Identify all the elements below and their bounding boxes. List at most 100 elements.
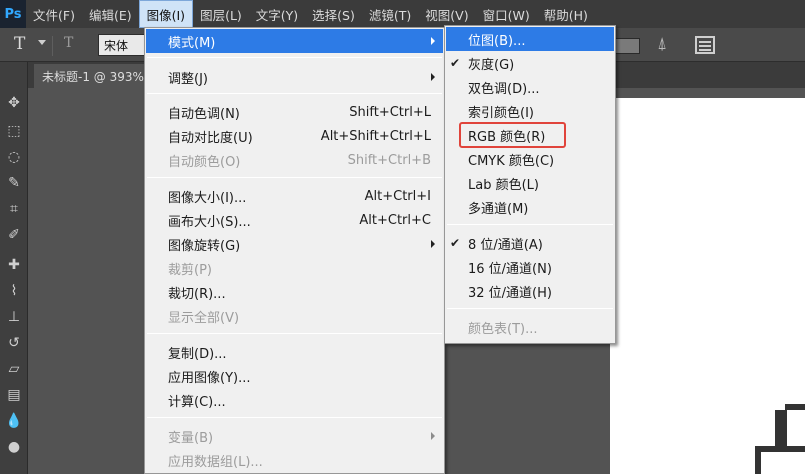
mode-color-table: 颜色表(T)...: [446, 315, 614, 339]
menu-type[interactable]: 文字(Y): [249, 0, 305, 28]
eraser-tool-icon[interactable]: ▱: [2, 358, 26, 380]
menu-select[interactable]: 选择(S): [305, 0, 362, 28]
mode-indexed-color[interactable]: 索引颜色(I): [446, 99, 614, 123]
menu-item-label: 索引颜色(I): [468, 105, 534, 121]
menu-item-canvas-size[interactable]: 画布大小(S)... Alt+Ctrl+C: [146, 208, 443, 232]
menu-help[interactable]: 帮助(H): [537, 0, 595, 28]
menu-separator: [147, 417, 442, 418]
menu-item-label: 计算(C)...: [168, 394, 226, 410]
menu-edit[interactable]: 编辑(E): [82, 0, 139, 28]
mode-duotone[interactable]: 双色调(D)...: [446, 75, 614, 99]
text-color-swatch[interactable]: [614, 38, 640, 54]
submenu-arrow-icon: [431, 37, 435, 45]
canvas-text-stroke: [785, 404, 805, 410]
menu-item-adjustments[interactable]: 调整(J): [146, 65, 443, 89]
menu-item-reveal-all: 显示全部(V): [146, 304, 443, 328]
menu-item-label: 变量(B): [168, 430, 214, 446]
menu-item-calculations[interactable]: 计算(C)...: [146, 388, 443, 412]
menu-item-shortcut: Alt+Ctrl+C: [359, 212, 431, 228]
menu-item-duplicate[interactable]: 复制(D)...: [146, 340, 443, 364]
menu-item-label: RGB 颜色(R): [468, 129, 546, 145]
move-tool-icon[interactable]: ✥: [2, 92, 26, 114]
canvas-text-stroke: [755, 446, 805, 474]
mode-bitmap[interactable]: 位图(B)...: [446, 27, 614, 51]
brush-tool-icon[interactable]: ⌇: [2, 280, 26, 302]
menu-item-label: 画布大小(S)...: [168, 214, 251, 230]
menu-item-label: 位图(B)...: [468, 33, 526, 49]
menu-item-apply-image[interactable]: 应用图像(Y)...: [146, 364, 443, 388]
menu-separator: [447, 308, 613, 309]
menu-item-mode[interactable]: 模式(M): [146, 29, 443, 53]
history-brush-tool-icon[interactable]: ↺: [2, 332, 26, 354]
menu-item-label: 裁剪(P): [168, 262, 212, 278]
document-tab[interactable]: 未标题-1 @ 393%: [34, 64, 154, 88]
menu-layer[interactable]: 图层(L): [193, 0, 249, 28]
tool-preset-caret-icon[interactable]: [38, 40, 46, 45]
menu-item-auto-tone[interactable]: 自动色调(N) Shift+Ctrl+L: [146, 100, 443, 124]
menu-separator: [147, 57, 442, 58]
gradient-tool-icon[interactable]: ▤: [2, 384, 26, 406]
menu-item-variables: 变量(B): [146, 424, 443, 448]
checkmark-icon: ✔: [450, 236, 461, 250]
menu-view[interactable]: 视图(V): [418, 0, 475, 28]
menu-item-label: 自动色调(N): [168, 106, 240, 122]
menu-item-label: 多通道(M): [468, 201, 529, 217]
mode-cmyk-color[interactable]: CMYK 颜色(C): [446, 147, 614, 171]
menu-image[interactable]: 图像(I): [138, 0, 194, 28]
menu-item-label: 图像大小(I)...: [168, 190, 247, 206]
menu-item-label: 显示全部(V): [168, 310, 240, 326]
healing-brush-tool-icon[interactable]: ✚: [2, 254, 26, 276]
menu-item-label: 裁切(R)...: [168, 286, 226, 302]
mode-lab-color[interactable]: Lab 颜色(L): [446, 171, 614, 195]
mode-multichannel[interactable]: 多通道(M): [446, 195, 614, 219]
submenu-arrow-icon: [431, 73, 435, 81]
menu-bar: Ps 文件(F) 编辑(E) 图像(I) 图层(L) 文字(Y) 选择(S) 滤…: [0, 0, 805, 28]
menu-item-image-rotation[interactable]: 图像旋转(G): [146, 232, 443, 256]
menu-separator: [147, 177, 442, 178]
canvas-text-stroke: [775, 410, 787, 450]
menu-item-auto-color: 自动颜色(O) Shift+Ctrl+B: [146, 148, 443, 172]
menu-item-image-size[interactable]: 图像大小(I)... Alt+Ctrl+I: [146, 184, 443, 208]
menu-filter[interactable]: 滤镜(T): [362, 0, 418, 28]
blur-tool-icon[interactable]: 💧: [2, 410, 26, 432]
lasso-tool-icon[interactable]: ◌: [2, 146, 26, 168]
mode-grayscale[interactable]: ✔ 灰度(G): [446, 51, 614, 75]
menu-item-label: 模式(M): [168, 35, 216, 51]
menu-item-label: 自动颜色(O): [168, 154, 241, 170]
eyedropper-tool-icon[interactable]: ✐: [2, 224, 26, 246]
submenu-arrow-icon: [431, 432, 435, 440]
menu-separator: [147, 93, 442, 94]
menu-item-label: 8 位/通道(A): [468, 237, 543, 253]
menu-separator: [147, 333, 442, 334]
menu-item-label: 应用图像(Y)...: [168, 370, 251, 386]
dodge-tool-icon[interactable]: ●: [2, 436, 26, 458]
marquee-tool-icon[interactable]: ⬚: [2, 120, 26, 142]
menu-file[interactable]: 文件(F): [26, 0, 82, 28]
mode-rgb-color[interactable]: RGB 颜色(R): [446, 123, 614, 147]
type-tool-preset-icon[interactable]: T: [14, 34, 25, 54]
photoshop-logo: Ps: [0, 0, 26, 28]
menu-item-label: 颜色表(T)...: [468, 321, 538, 337]
mode-32-bits-per-channel[interactable]: 32 位/通道(H): [446, 279, 614, 303]
character-panel-icon[interactable]: [695, 36, 715, 54]
checkmark-icon: ✔: [450, 56, 461, 70]
menu-window[interactable]: 窗口(W): [476, 0, 537, 28]
quick-selection-tool-icon[interactable]: ✎: [2, 172, 26, 194]
menu-item-label: Lab 颜色(L): [468, 177, 539, 193]
mode-16-bits-per-channel[interactable]: 16 位/通道(N): [446, 255, 614, 279]
warp-text-icon[interactable]: ⍋: [657, 34, 667, 54]
menu-item-apply-data-set: 应用数据组(L)...: [146, 448, 443, 472]
crop-tool-icon[interactable]: ⌗: [2, 198, 26, 220]
image-menu-dropdown: 模式(M) 调整(J) 自动色调(N) Shift+Ctrl+L 自动对比度(U…: [144, 27, 445, 474]
menu-item-label: 32 位/通道(H): [468, 285, 552, 301]
menu-item-shortcut: Alt+Ctrl+I: [364, 188, 431, 204]
menu-item-auto-contrast[interactable]: 自动对比度(U) Alt+Shift+Ctrl+L: [146, 124, 443, 148]
menu-item-label: 复制(D)...: [168, 346, 227, 362]
menu-item-shortcut: Alt+Shift+Ctrl+L: [320, 128, 431, 144]
mode-8-bits-per-channel[interactable]: ✔ 8 位/通道(A): [446, 231, 614, 255]
font-family-select[interactable]: 宋体: [98, 34, 146, 56]
text-orientation-icon[interactable]: T: [64, 35, 73, 51]
menu-item-label: CMYK 颜色(C): [468, 153, 555, 169]
menu-item-trim[interactable]: 裁切(R)...: [146, 280, 443, 304]
clone-stamp-tool-icon[interactable]: ⊥: [2, 306, 26, 328]
